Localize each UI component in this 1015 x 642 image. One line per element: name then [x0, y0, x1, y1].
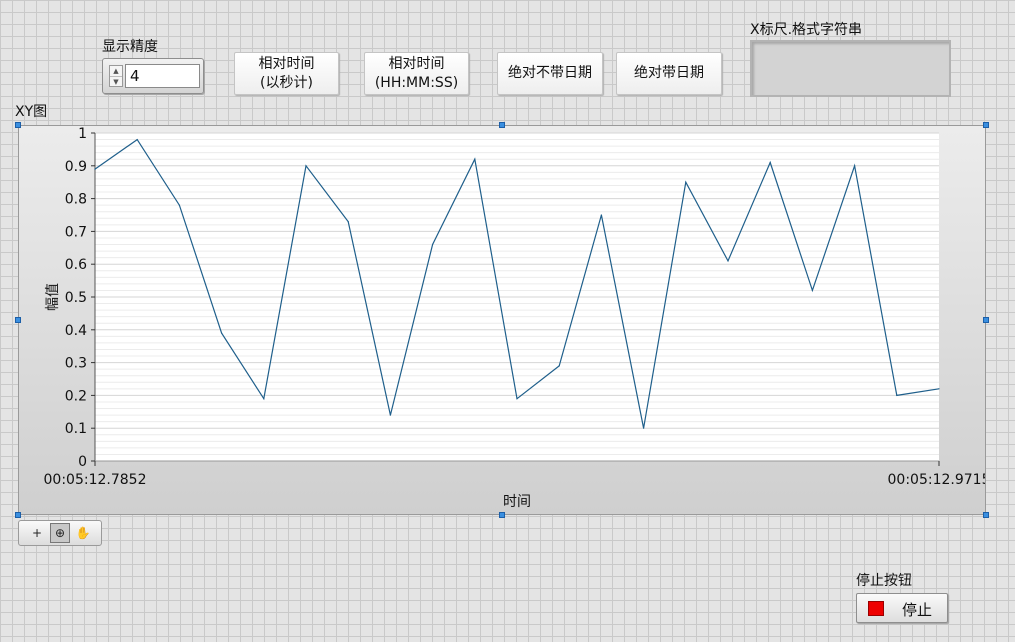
data-point — [600, 214, 603, 216]
resize-handle-bl[interactable] — [15, 512, 21, 518]
relative-seconds-line2: (以秒计) — [260, 74, 313, 91]
pan-hand-icon[interactable]: ✋ — [73, 523, 93, 543]
y-tick-label: 0.2 — [65, 388, 87, 404]
data-point — [389, 414, 391, 416]
data-point — [347, 221, 349, 223]
resize-handle-br[interactable] — [983, 512, 989, 518]
x-tick-label: 00:05:12.9715 — [888, 472, 985, 488]
y-tick-label: 0.9 — [65, 159, 87, 175]
resize-handle-tc[interactable] — [499, 122, 505, 128]
data-point — [811, 289, 814, 291]
data-point — [643, 427, 645, 429]
precision-input[interactable]: 4 — [125, 64, 200, 88]
cursor-crosshair-icon[interactable]: + — [27, 523, 47, 543]
x-axis-title: 时间 — [503, 494, 531, 510]
resize-handle-tr[interactable] — [983, 122, 989, 128]
relative-seconds-line1: 相对时间 — [258, 55, 315, 72]
stop-button[interactable]: 停止 — [856, 593, 948, 623]
data-point — [221, 332, 223, 334]
data-point — [558, 365, 560, 367]
resize-handle-tl[interactable] — [15, 122, 21, 128]
y-tick-label: 0.5 — [65, 290, 87, 306]
y-tick-label: 0.1 — [65, 421, 87, 437]
xy-graph-plot[interactable]: 0 0.1 0.2 0.3 0.4 0.5 0.6 0.7 0.8 0.9 1 00:05:12.78… — [19, 126, 985, 514]
y-tick-label: 0.4 — [65, 323, 87, 339]
relative-seconds-button[interactable]: 相对时间 (以秒计) — [234, 52, 339, 95]
y-tick-label: 0.8 — [65, 192, 87, 208]
data-point — [516, 398, 518, 400]
format-string-indicator — [750, 40, 951, 97]
y-axis-title: 幅值 — [45, 283, 61, 311]
data-point — [178, 204, 180, 206]
x-tick-label: 00:05:12.7852 — [44, 472, 147, 488]
decrement-arrow-icon[interactable]: ▼ — [110, 77, 122, 87]
format-string-label: X标尺.格式字符串 — [750, 22, 863, 38]
data-point — [263, 398, 265, 400]
data-point — [769, 161, 771, 164]
y-tick-label: 1 — [78, 126, 87, 142]
data-point — [305, 165, 307, 167]
y-tick-label: 0 — [78, 454, 87, 470]
y-tick-label: 0.3 — [65, 356, 87, 372]
data-point — [727, 260, 729, 262]
y-tick-label: 0.7 — [65, 224, 87, 240]
data-point — [854, 165, 856, 167]
absolute-with-date-button[interactable]: 绝对带日期 — [616, 52, 722, 95]
y-tick-label: 0.6 — [65, 257, 87, 273]
relative-hms-line1: 相对时间 — [388, 55, 445, 72]
stop-led-icon — [868, 601, 884, 616]
data-point — [136, 139, 138, 141]
precision-label: 显示精度 — [102, 39, 158, 55]
precision-spinner[interactable]: ▲ ▼ — [109, 65, 123, 87]
data-point — [432, 243, 434, 246]
data-point — [94, 168, 96, 170]
resize-handle-mr[interactable] — [983, 317, 989, 323]
absolute-with-date-label: 绝对带日期 — [634, 65, 704, 81]
data-point — [685, 181, 687, 183]
zoom-icon[interactable]: ⊕ — [50, 523, 70, 543]
resize-handle-ml[interactable] — [15, 317, 21, 323]
graph-label: XY图 — [15, 104, 48, 120]
stop-label: 停止按钮 — [856, 573, 912, 589]
xy-graph[interactable]: 0 0.1 0.2 0.3 0.4 0.5 0.6 0.7 0.8 0.9 1 00:05:12.78… — [18, 125, 986, 515]
absolute-no-date-label: 绝对不带日期 — [508, 65, 592, 81]
graph-tools-palette: + ⊕ ✋ — [18, 520, 102, 546]
absolute-no-date-button[interactable]: 绝对不带日期 — [497, 52, 603, 95]
data-point — [938, 388, 940, 390]
resize-handle-bc[interactable] — [499, 512, 505, 518]
precision-numeric-control[interactable]: ▲ ▼ 4 — [102, 58, 204, 94]
stop-button-text: 停止 — [902, 601, 933, 619]
increment-arrow-icon[interactable]: ▲ — [110, 66, 122, 77]
data-point — [474, 158, 476, 160]
relative-hms-button[interactable]: 相对时间 (HH:MM:SS) — [364, 52, 469, 95]
data-point — [896, 394, 898, 396]
relative-hms-line2: (HH:MM:SS) — [374, 74, 459, 91]
